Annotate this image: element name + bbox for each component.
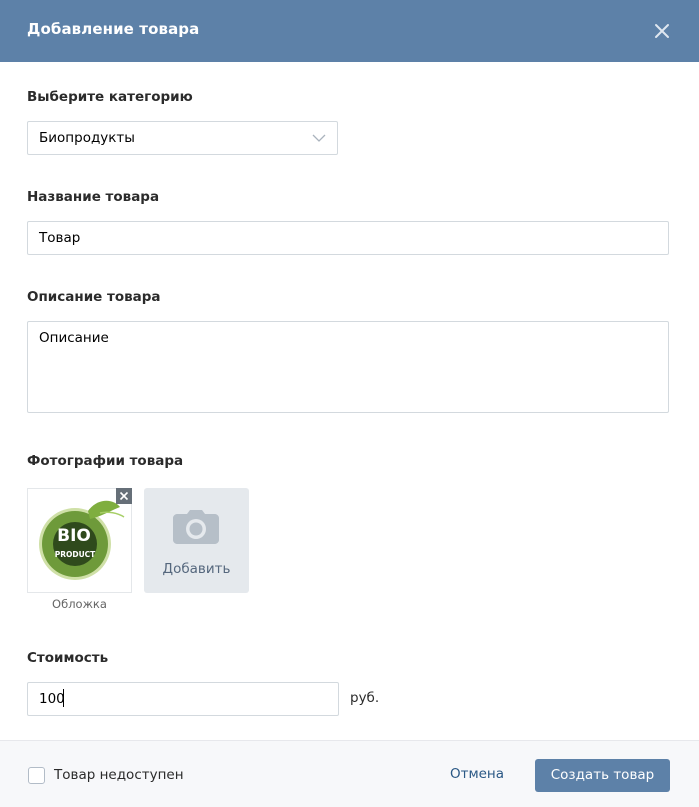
- description-textarea[interactable]: Описание: [27, 321, 669, 413]
- unavailable-checkbox[interactable]: [28, 767, 45, 784]
- name-label: Название товара: [27, 189, 160, 205]
- cancel-button[interactable]: Отмена: [440, 766, 514, 782]
- create-product-button[interactable]: Создать товар: [535, 759, 670, 792]
- currency-label: руб.: [350, 690, 380, 706]
- category-value: Биопродукты: [39, 130, 135, 146]
- unavailable-label[interactable]: Товар недоступен: [54, 767, 184, 783]
- description-value: Описание: [39, 330, 109, 346]
- category-select[interactable]: Биопродукты: [27, 121, 338, 155]
- chevron-down-icon: [312, 133, 326, 143]
- text-cursor: [63, 689, 64, 707]
- camera-icon: [173, 510, 219, 544]
- modal-footer: Товар недоступен Отмена Создать товар: [0, 740, 699, 807]
- add-photo-label: Добавить: [162, 561, 231, 577]
- modal-title: Добавление товара: [27, 20, 200, 38]
- add-photo-button[interactable]: Добавить: [144, 488, 249, 593]
- remove-photo-icon[interactable]: [116, 488, 132, 504]
- price-input[interactable]: 100: [27, 682, 339, 716]
- name-input[interactable]: Товар: [27, 221, 669, 255]
- photos-label: Фотографии товара: [27, 453, 184, 469]
- close-icon[interactable]: [649, 18, 675, 44]
- cover-caption: Обложка: [52, 597, 107, 611]
- description-label: Описание товара: [27, 289, 161, 305]
- bio-product-image: BIO PRODUCT: [39, 500, 125, 580]
- category-label: Выберите категорию: [27, 89, 193, 105]
- price-value: 100: [39, 691, 65, 707]
- image-text-top: BIO: [57, 526, 91, 546]
- modal-header: Добавление товара: [0, 0, 699, 62]
- name-value: Товар: [39, 230, 81, 246]
- image-text-bottom: PRODUCT: [55, 550, 96, 559]
- price-label: Стоимость: [27, 650, 109, 666]
